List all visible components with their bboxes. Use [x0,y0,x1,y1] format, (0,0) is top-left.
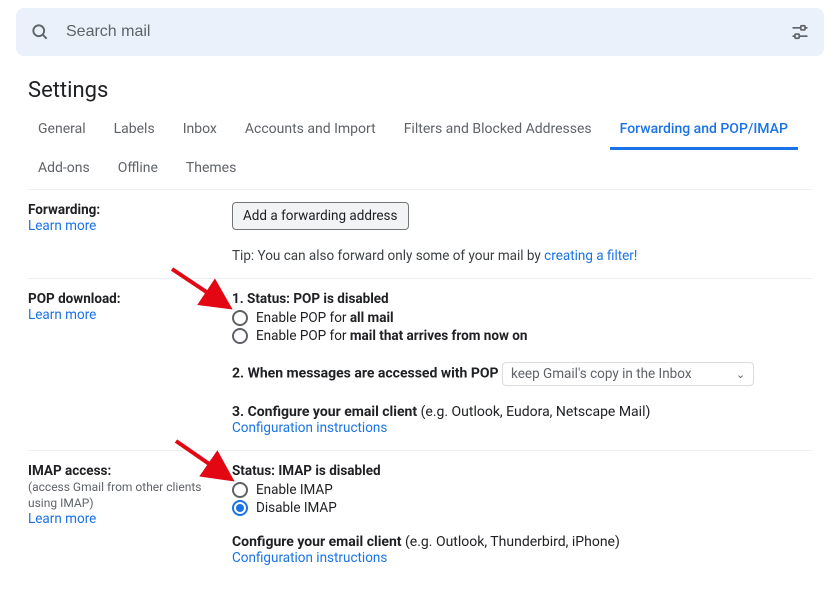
search-bar[interactable] [16,8,824,56]
search-input[interactable] [66,23,790,41]
imap-conf-rest: (e.g. Outlook, Thunderbird, iPhone) [402,534,620,550]
forwarding-learn-more-link[interactable]: Learn more [28,218,96,234]
forwarding-section: Forwarding: Learn more Add a forwarding … [28,189,812,278]
tab-filters[interactable]: Filters and Blocked Addresses [394,111,602,150]
tab-labels[interactable]: Labels [104,111,165,150]
tab-forwarding-pop-imap[interactable]: Forwarding and POP/IMAP [610,111,798,150]
pop-action-select[interactable]: keep Gmail's copy in the Inbox ⌄ [502,362,754,386]
add-forwarding-address-button[interactable]: Add a forwarding address [232,202,409,230]
pop-step2-label: 2. When messages are accessed with POP [232,366,499,382]
imap-sublabel: (access Gmail from other clients using I… [28,479,220,511]
pop-step3-bold: 3. Configure your email client [232,404,417,420]
settings-tabs: General Labels Inbox Accounts and Import… [28,111,812,189]
tab-inbox[interactable]: Inbox [173,111,227,150]
tab-general[interactable]: General [28,111,96,150]
imap-label: IMAP access: [28,463,220,479]
page-title: Settings [28,78,812,103]
imap-opt2-label: Disable IMAP [256,500,337,516]
imap-conf-bold: Configure your email client [232,534,402,550]
settings-panel: Settings General Labels Inbox Accounts a… [8,64,832,600]
imap-config-link[interactable]: Configuration instructions [232,550,387,566]
imap-learn-more-link[interactable]: Learn more [28,511,96,527]
tab-offline[interactable]: Offline [108,150,168,189]
pop-action-value: keep Gmail's copy in the Inbox [511,366,691,382]
chevron-down-icon: ⌄ [736,368,745,381]
pop-label: POP download: [28,291,220,307]
imap-status: Status: IMAP is disabled [232,463,812,479]
pop-opt2-label: Enable POP for mail that arrives from no… [256,328,527,344]
pop-step3-rest: (e.g. Outlook, Eudora, Netscape Mail) [417,404,650,420]
tab-addons[interactable]: Add-ons [28,150,100,189]
imap-enable-radio[interactable] [232,482,248,498]
imap-section: IMAP access: (access Gmail from other cl… [28,450,812,580]
pop-status: 1. Status: POP is disabled [232,291,812,307]
search-icon [30,22,50,42]
pop-config-link[interactable]: Configuration instructions [232,420,387,436]
forwarding-tip: Tip: You can also forward only some of y… [232,248,812,264]
pop-learn-more-link[interactable]: Learn more [28,307,96,323]
pop-section: POP download: Learn more 1. Status: POP … [28,278,812,450]
create-filter-link[interactable]: creating a filter! [544,248,637,264]
forwarding-tip-text: Tip: You can also forward only some of y… [232,248,544,264]
forwarding-label: Forwarding: [28,202,220,218]
imap-opt1-label: Enable IMAP [256,482,333,498]
pop-opt1-label: Enable POP for all mail [256,310,394,326]
tab-accounts[interactable]: Accounts and Import [235,111,386,150]
pop-enable-all-radio[interactable] [232,310,248,326]
imap-disable-radio[interactable] [232,500,248,516]
tab-themes[interactable]: Themes [176,150,246,189]
pop-enable-new-radio[interactable] [232,328,248,344]
tune-icon[interactable] [790,22,810,42]
